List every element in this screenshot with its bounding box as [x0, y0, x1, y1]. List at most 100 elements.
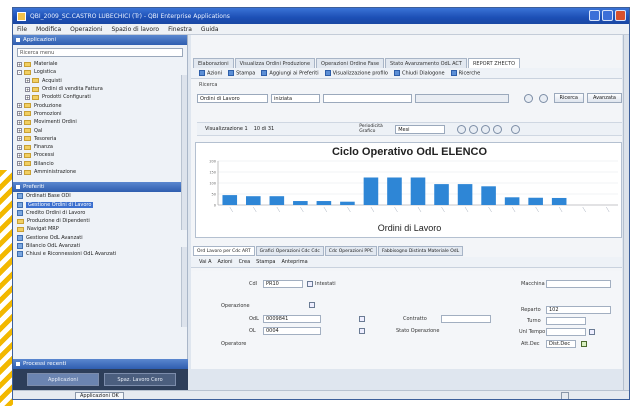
toolbar-preferiti[interactable]: Aggiungi ai Preferiti	[261, 69, 319, 76]
tree-item[interactable]: + Movimenti Ordini	[17, 118, 187, 126]
menu-file[interactable]: File	[17, 26, 27, 33]
last-page-icon[interactable]	[493, 124, 503, 134]
cdl-lookup-icon[interactable]	[307, 281, 313, 287]
main-scrollbar[interactable]	[623, 35, 629, 390]
menu-guida[interactable]: Guida	[201, 26, 219, 33]
ricerca-button[interactable]: Ricerca	[553, 93, 584, 103]
tree-item[interactable]: + Processi	[17, 151, 187, 159]
minimize-icon[interactable]	[589, 10, 600, 21]
toolbar-azioni[interactable]: Azioni	[199, 69, 222, 76]
periodicita-select[interactable]: Mesi	[395, 124, 446, 134]
first-page-icon[interactable]	[457, 124, 467, 134]
expand-icon[interactable]: +	[25, 94, 30, 100]
toolbar2-azioni[interactable]: Azioni	[218, 259, 233, 265]
tree-item[interactable]: + Ordini di vendita Fattura	[17, 85, 187, 93]
expand-icon[interactable]: +	[17, 169, 22, 175]
toolbar-stampa[interactable]: Stampa	[228, 69, 255, 76]
toolbar2-anteprima[interactable]: Anteprima	[281, 259, 307, 265]
contratto-input[interactable]	[441, 315, 491, 323]
tree-item[interactable]: + Bilancio	[17, 160, 187, 168]
expand-icon[interactable]: +	[17, 152, 22, 158]
preferiti-item[interactable]: Ordinati Base ODI	[17, 192, 187, 200]
tab-spazio-lavoro[interactable]: Spaz. Lavoro Cero	[104, 373, 176, 386]
lower-tab[interactable]: Fabbisogno Distinta Materiale OdL	[377, 246, 464, 256]
unita-tempo-input[interactable]	[546, 328, 586, 336]
prev-page-icon[interactable]	[469, 124, 479, 134]
expand-icon[interactable]: +	[17, 144, 22, 150]
expand-icon[interactable]: +	[17, 61, 22, 67]
preferiti-item[interactable]: Navigat MRP	[17, 225, 187, 233]
operazione-lookup-icon[interactable]	[309, 302, 315, 308]
tree-item[interactable]: + Amministrazione	[17, 168, 187, 176]
preferiti-item[interactable]: Credito Ordini di Lavoro	[17, 209, 187, 217]
odl-input[interactable]: 0009841	[263, 315, 321, 323]
expand-icon[interactable]: +	[25, 78, 30, 84]
next-page-icon[interactable]	[481, 124, 491, 134]
maximize-icon[interactable]	[602, 10, 613, 21]
attivita-input[interactable]: Dist.Dec	[546, 340, 576, 348]
refresh-icon[interactable]	[511, 124, 521, 134]
odl-lookup-icon[interactable]	[359, 316, 365, 322]
macchina-input[interactable]	[546, 280, 611, 288]
filter-field-select[interactable]: Ordini di Lavoro	[197, 93, 268, 103]
document-tab[interactable]: REPORT ZHECTO	[467, 58, 521, 68]
expand-icon[interactable]: +	[17, 128, 22, 134]
preferiti-item[interactable]: Gestione Ordini di Lavoro	[17, 200, 187, 208]
toolbar2-crea[interactable]: Crea	[239, 259, 251, 265]
expand-icon[interactable]: +	[17, 103, 22, 109]
tree-item[interactable]: + Finanza	[17, 143, 187, 151]
preferiti-item[interactable]: Chiusi e Riconnessioni OdL Avanzati	[17, 250, 187, 258]
unita-tempo-lookup-icon[interactable]	[589, 329, 595, 335]
document-tab[interactable]: Elaborazioni	[193, 58, 234, 68]
lower-tab[interactable]: Ord Lavoro per Cdc ART	[193, 246, 255, 256]
toolbar2-stampa[interactable]: Stampa	[256, 259, 275, 265]
tree-scrollbar[interactable]	[181, 75, 187, 230]
reparto-input[interactable]: 102	[546, 306, 611, 314]
preferiti-scrollbar[interactable]	[181, 247, 187, 327]
tree-item[interactable]: + Produzione	[17, 101, 187, 109]
tab-applicazioni[interactable]: Applicazioni	[27, 373, 99, 386]
menu-search-input[interactable]: Ricerca menu	[17, 48, 183, 57]
toolbar-profilo[interactable]: Visualizzazione profilo	[324, 69, 388, 76]
avanzata-button[interactable]: Avanzata	[586, 93, 622, 103]
filter-value-input[interactable]	[323, 93, 413, 103]
menu-finestra[interactable]: Finestra	[168, 26, 192, 33]
add-filter-icon[interactable]	[523, 93, 533, 103]
preferiti-item[interactable]: Produzione di Dipendenti	[17, 217, 187, 225]
tree-item[interactable]: + Tesoreria	[17, 135, 187, 143]
document-tab[interactable]: Operazioni Ordine Fase	[316, 58, 385, 68]
filter-extra-input[interactable]	[415, 93, 509, 103]
lower-tab[interactable]: Cdc Operazioni PPC	[324, 246, 377, 256]
tree-item[interactable]: + Prodotti Configurati	[17, 93, 187, 101]
menu-spazio-lavoro[interactable]: Spazio di lavoro	[111, 26, 159, 33]
preferiti-item[interactable]: Bilancio OdL Avanzati	[17, 242, 187, 250]
expand-icon[interactable]: +	[17, 119, 22, 125]
turno-input[interactable]	[546, 317, 586, 325]
menu-operazioni[interactable]: Operazioni	[70, 26, 102, 33]
processi-recenti-header[interactable]: Processi recenti	[13, 359, 188, 369]
tree-item[interactable]: + Materiale	[17, 60, 187, 68]
document-tab[interactable]: Stato Avanzamento OdL ACT	[385, 58, 467, 68]
tree-item[interactable]: + Acquisti	[17, 77, 187, 85]
menu-modifica[interactable]: Modifica	[36, 26, 61, 33]
lower-tab[interactable]: Grafici Operazioni Cdc Cdc	[255, 246, 324, 256]
tree-item[interactable]: + Promozioni	[17, 110, 187, 118]
applicazioni-header[interactable]: Applicazioni	[13, 35, 187, 45]
ol-input[interactable]: 0004	[263, 327, 321, 335]
filter-operator-select[interactable]: iniziata	[271, 93, 321, 103]
tree-item[interactable]: + Qal	[17, 126, 187, 134]
remove-filter-icon[interactable]	[538, 93, 548, 103]
expand-icon[interactable]: +	[17, 136, 22, 142]
expand-icon[interactable]: +	[17, 111, 22, 117]
attivita-checkbox[interactable]	[581, 341, 587, 347]
toolbar-ricerche[interactable]: Ricerche	[450, 69, 480, 76]
preferiti-header[interactable]: Preferiti	[13, 182, 187, 193]
tree-item[interactable]: - Logistica	[17, 68, 187, 76]
preferiti-item[interactable]: Gestione OdL Avanzati	[17, 234, 187, 242]
toolbar2-vai-a[interactable]: Vai A	[199, 259, 212, 265]
expand-icon[interactable]: +	[17, 161, 22, 167]
expand-icon[interactable]: +	[25, 86, 30, 92]
close-icon[interactable]	[615, 10, 626, 21]
cdl-input[interactable]: PR10	[263, 280, 303, 288]
toolbar-chiudi[interactable]: Chiudi Dialogone	[393, 69, 445, 76]
